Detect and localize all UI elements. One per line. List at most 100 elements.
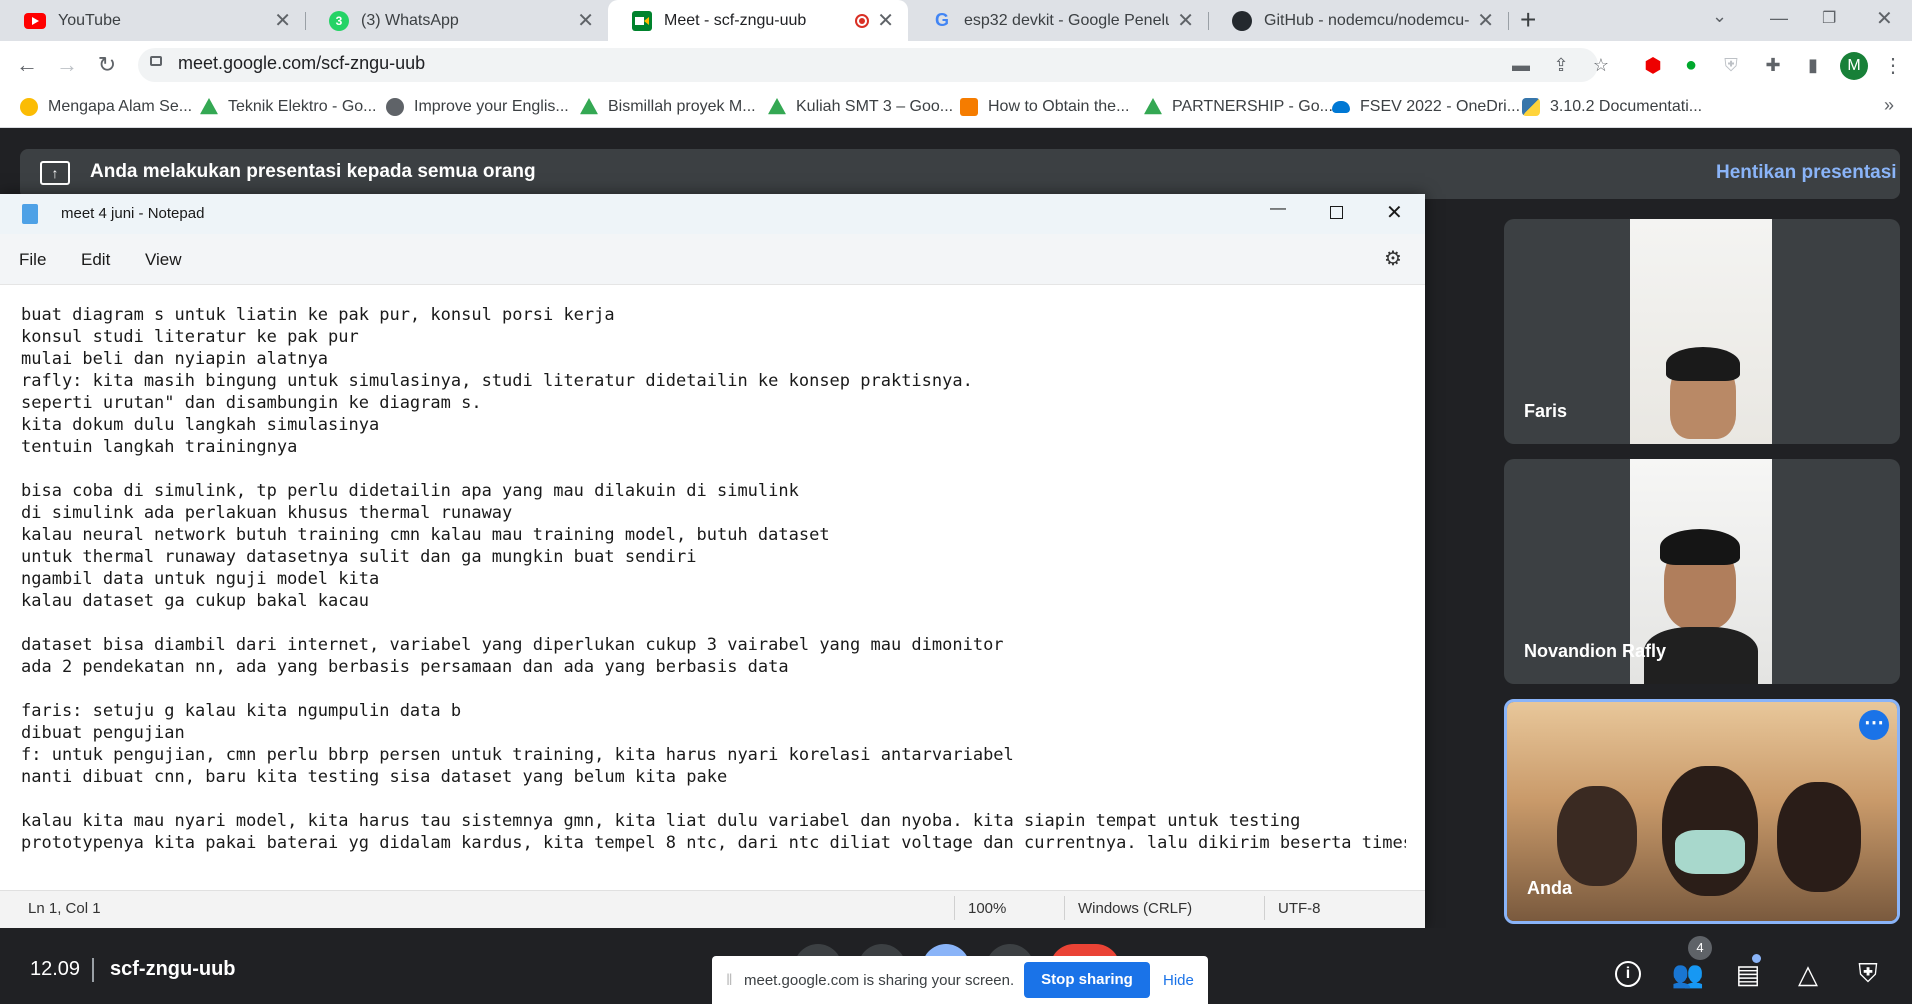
hair — [1666, 347, 1740, 381]
hide-button[interactable]: Hide — [1163, 972, 1194, 989]
bookmark-label: PARTNERSHIP - Go... — [1172, 98, 1333, 115]
close-icon[interactable]: ✕ — [274, 8, 291, 33]
text-line: dataset bisa diambil dari internet, vari… — [21, 635, 1004, 655]
recording-icon — [855, 13, 870, 28]
evernote-icon[interactable]: ● — [1678, 52, 1704, 78]
github-icon — [1232, 10, 1252, 31]
activities-icon[interactable]: △ — [1788, 954, 1828, 994]
camera-blocked-icon[interactable]: ▬ — [1508, 52, 1534, 78]
present-screen-icon: ↑ — [40, 161, 70, 185]
extensions-icon[interactable]: ✚ — [1760, 52, 1786, 78]
clock-divider — [92, 958, 94, 982]
close-icon[interactable]: ✕ — [877, 8, 894, 33]
chat-icon[interactable]: ▤ — [1728, 954, 1768, 994]
more-options-icon[interactable]: ⋯ — [1859, 710, 1889, 740]
meet-icon — [632, 10, 652, 31]
bookmark-item[interactable]: Mengapa Alam Se... — [20, 95, 192, 119]
bookmark-item[interactable]: FSEV 2022 - OneDri... — [1332, 95, 1520, 119]
info-icon[interactable]: i — [1608, 954, 1648, 994]
tab-github[interactable]: GitHub - nodemcu/nodemcu-devkit ✕ — [1208, 0, 1508, 41]
meeting-clock: 12.09 — [30, 958, 81, 980]
bookmark-label: 3.10.2 Documentati... — [1550, 98, 1703, 115]
minimize-icon[interactable]: — — [1270, 200, 1286, 218]
drive-icon — [200, 98, 218, 115]
close-icon[interactable]: ✕ — [1177, 8, 1194, 33]
drive-icon — [580, 98, 598, 115]
shield-extension-icon[interactable]: ⛨ — [1718, 52, 1744, 78]
host-controls-lock-icon[interactable]: ⛨ — [1848, 954, 1888, 994]
profile-avatar[interactable]: M — [1840, 52, 1868, 80]
text-line: bisa coba di simulink, tp perlu didetail… — [21, 481, 799, 501]
bookmark-item[interactable]: Improve your Englis... — [386, 95, 569, 119]
tab-search-chevron-icon[interactable]: ⌄ — [1712, 6, 1727, 27]
minimize-icon[interactable]: — — [1770, 8, 1788, 29]
share-icon[interactable]: ⇪ — [1548, 52, 1574, 78]
maximize-icon[interactable] — [1330, 206, 1343, 219]
new-tab-icon[interactable]: + — [1520, 4, 1536, 36]
video-feed — [1630, 219, 1772, 444]
youtube-icon — [24, 12, 46, 29]
bookmark-item[interactable]: PARTNERSHIP - Go... — [1144, 95, 1333, 119]
menu-edit[interactable]: Edit — [81, 250, 110, 270]
notepad-text-area[interactable]: buat diagram s untuk liatin ke pak pur, … — [21, 304, 1406, 854]
meeting-code: scf-zngu-uub — [110, 958, 236, 980]
close-icon[interactable]: ✕ — [1386, 200, 1403, 225]
participant-tile-self[interactable]: ⋯ Anda — [1504, 699, 1900, 924]
stop-sharing-button[interactable]: Stop sharing — [1024, 962, 1150, 998]
settings-gear-icon[interactable]: ⚙ — [1384, 246, 1402, 271]
bookmark-label: Mengapa Alam Se... — [48, 98, 193, 115]
menu-file[interactable]: File — [19, 250, 46, 270]
back-icon[interactable]: ← — [12, 50, 42, 80]
reload-icon[interactable]: ↻ — [92, 50, 122, 80]
notepad-titlebar[interactable] — [0, 194, 1425, 234]
chat-notification-dot — [1752, 954, 1761, 963]
tab-whatsapp[interactable]: 3 (3) WhatsApp ✕ — [305, 0, 608, 41]
bookmark-favicon-icon — [20, 98, 38, 116]
bookmark-label: Bismillah proyek M... — [608, 98, 756, 115]
participant-name: Novandion Rafly — [1524, 641, 1667, 661]
drag-handle-icon[interactable]: ‖ — [726, 972, 733, 990]
text-line: kalau dataset ga cukup bakal kacau — [21, 591, 369, 611]
drive-icon — [768, 98, 786, 115]
bookmark-item[interactable]: Kuliah SMT 3 – Goo... — [768, 95, 953, 119]
restore-icon[interactable]: ❐ — [1822, 8, 1836, 28]
adblock-icon[interactable]: ⬢ — [1640, 52, 1666, 78]
text-line: nanti dibuat cnn, baru kita testing sisa… — [21, 767, 728, 787]
close-icon[interactable]: ✕ — [577, 8, 594, 33]
bookmark-label: Kuliah SMT 3 – Goo... — [796, 98, 954, 115]
person — [1777, 782, 1861, 892]
status-divider — [1064, 896, 1065, 920]
menu-view[interactable]: View — [145, 250, 182, 270]
menu-kebab-icon[interactable]: ⋮ — [1880, 52, 1906, 78]
more-bookmarks-icon[interactable]: » — [1884, 95, 1894, 116]
stop-presenting-button[interactable]: Hentikan presentasi — [1716, 162, 1897, 184]
bookmark-item[interactable]: Teknik Elektro - Go... — [200, 95, 377, 119]
bookmark-item[interactable]: 3.10.2 Documentati... — [1522, 95, 1702, 119]
tab-meet[interactable]: Meet - scf-zngu-uub ✕ — [608, 0, 908, 41]
cursor-position: Ln 1, Col 1 — [28, 900, 101, 917]
forward-icon[interactable]: → — [52, 50, 82, 80]
text-line: tentuin langkah trainingnya — [21, 437, 298, 457]
onedrive-icon — [1332, 101, 1350, 113]
close-window-icon[interactable]: ✕ — [1876, 6, 1893, 31]
tab-google-search[interactable]: G esp32 devkit - Google Penelusuran ✕ — [908, 0, 1208, 41]
close-icon[interactable]: ✕ — [1477, 8, 1494, 33]
face-mask — [1675, 830, 1745, 874]
tab-title: Meet - scf-zngu-uub — [664, 11, 807, 29]
tab-youtube[interactable]: YouTube ✕ — [0, 0, 305, 41]
bookmark-item[interactable]: How to Obtain the... — [960, 95, 1129, 119]
lock-icon[interactable] — [150, 56, 162, 66]
tab-title: GitHub - nodemcu/nodemcu-devkit — [1264, 11, 1470, 29]
side-panel-icon[interactable]: ▮ — [1800, 52, 1826, 78]
text-line: prototypenya kita pakai baterai yg didal… — [21, 833, 1406, 853]
whatsapp-icon: 3 — [329, 10, 349, 31]
url-text[interactable]: meet.google.com/scf-zngu-uub — [178, 53, 425, 74]
line-ending: Windows (CRLF) — [1078, 900, 1193, 917]
bookmark-star-icon[interactable]: ☆ — [1588, 52, 1614, 78]
participant-tile-novandion[interactable]: Novandion Rafly — [1504, 459, 1900, 684]
people-icon[interactable]: 👥 — [1668, 954, 1708, 994]
status-divider — [1264, 896, 1265, 920]
bookmark-item[interactable]: Bismillah proyek M... — [580, 95, 756, 119]
participant-tile-faris[interactable]: Faris — [1504, 219, 1900, 444]
presenting-message: Anda melakukan presentasi kepada semua o… — [90, 161, 536, 182]
